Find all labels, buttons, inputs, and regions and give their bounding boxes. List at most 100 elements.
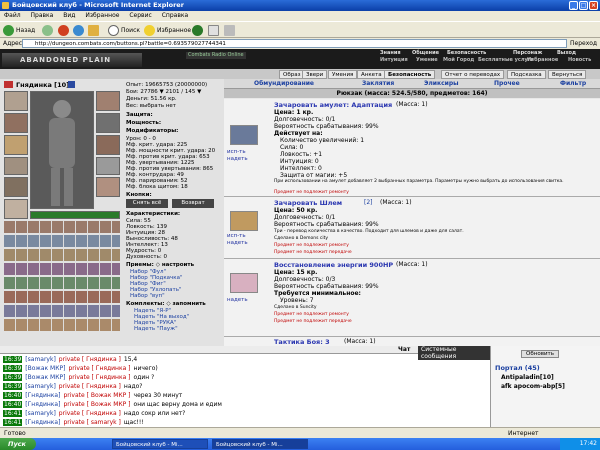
refresh-button[interactable] [73, 24, 86, 37]
nav-character[interactable]: Персонаж [513, 50, 542, 56]
menu-favorites[interactable]: Избранное [85, 12, 119, 19]
tab-chat[interactable]: Чат [398, 346, 410, 353]
boots-slot[interactable] [96, 177, 120, 197]
section-power[interactable]: Мощность: [126, 120, 161, 126]
address-input[interactable]: http://dungeon.combats.com/buttons.pl?ba… [22, 39, 567, 48]
chat-author[interactable]: [Вожак МКР] [25, 374, 65, 381]
kit-item[interactable]: Надеть "Пауж" [134, 326, 178, 332]
chat-author[interactable]: [samaryk] [25, 410, 56, 417]
refresh-button[interactable]: Обновить [521, 350, 559, 358]
tab-hint[interactable]: Подсказка [507, 70, 546, 79]
weapon-slot[interactable] [4, 135, 28, 155]
tab-other[interactable]: Прочее [494, 80, 520, 87]
inventory-row[interactable] [4, 305, 120, 317]
chat-author[interactable]: [Вожак МКР] [25, 365, 65, 372]
nav-chat[interactable]: Общение [412, 50, 439, 56]
minimize-button[interactable]: _ [569, 1, 578, 10]
inventory-row[interactable] [4, 235, 120, 247]
use-action[interactable]: исп-ть [227, 233, 246, 239]
mail-button[interactable] [208, 24, 221, 37]
ring-slot[interactable] [96, 157, 120, 175]
item-name[interactable]: Восстановление энергии 900HP [274, 261, 393, 269]
tab-filter[interactable]: Фильтр [560, 80, 586, 87]
inventory-row[interactable] [4, 291, 120, 303]
bracers-slot[interactable] [4, 199, 28, 219]
online-user[interactable]: afk apocom-abp[5] [501, 383, 565, 390]
inventory-row[interactable] [4, 249, 120, 261]
nav2-news[interactable]: Новость [568, 57, 591, 63]
amulet-slot[interactable] [4, 113, 28, 133]
back-button[interactable]: Назад [3, 24, 35, 37]
start-button[interactable]: Пуск [0, 438, 36, 450]
inventory-row[interactable] [4, 319, 120, 331]
shield-slot[interactable] [96, 135, 120, 155]
helmet-slot[interactable] [4, 91, 28, 111]
taskbar-item[interactable]: Бойцовский клуб - Mi... [212, 439, 308, 449]
go-button[interactable]: Переход [570, 39, 598, 48]
chat-author[interactable]: [samaryk] [25, 383, 56, 390]
section-modifiers[interactable]: Модификаторы: [126, 128, 178, 134]
radio-link[interactable]: Combats Radio Online [186, 52, 246, 59]
belt-slot[interactable] [4, 177, 28, 197]
inventory-row[interactable] [4, 221, 120, 233]
set-item[interactable]: Набор "вуп" [130, 293, 165, 299]
earrings-slot[interactable] [96, 91, 120, 111]
menu-file[interactable]: Файл [4, 12, 21, 19]
chat-author[interactable]: [samaryk] [25, 356, 56, 363]
tab-spells[interactable]: Заклятия [362, 80, 394, 87]
online-user[interactable]: Antipaladin[10] [501, 374, 554, 381]
nav2-favorites[interactable]: Избранное [527, 57, 558, 63]
forward-button[interactable] [42, 24, 55, 37]
chat-author[interactable]: [Гнядинка] [25, 401, 60, 408]
nav-knowledge[interactable]: Знания [380, 50, 401, 56]
stop-button[interactable] [58, 24, 71, 37]
inventory-row[interactable] [4, 277, 120, 289]
nav2-intuition[interactable]: Интуиция [380, 57, 408, 63]
section-defense[interactable]: Защита: [126, 112, 153, 118]
nav-exit[interactable]: Выход [557, 50, 576, 56]
item-name[interactable]: Тактика Боя: 3 [274, 338, 330, 346]
armor-slot[interactable] [4, 157, 28, 175]
menu-help[interactable]: Справка [162, 12, 188, 19]
nav-security[interactable]: Безопасность [447, 50, 486, 56]
item-name[interactable]: Зачаровать амулет: Адаптация [274, 101, 392, 109]
menu-tools[interactable]: Сервис [129, 12, 151, 19]
tab-equipment[interactable]: Обмундирование [254, 80, 314, 87]
search-button[interactable]: Поиск [108, 24, 140, 37]
gloves-slot[interactable] [96, 113, 120, 133]
tab-skills[interactable]: Умения [328, 70, 358, 79]
inventory-row[interactable] [4, 263, 120, 275]
history-button[interactable] [192, 24, 205, 37]
use-action[interactable]: исп-ть [227, 149, 246, 155]
nav2-free[interactable]: Бесплатные услуги [478, 57, 534, 63]
tab-pets[interactable]: Звери [302, 70, 328, 79]
wear-action[interactable]: надеть [227, 156, 248, 162]
wear-action[interactable]: надеть [227, 240, 248, 246]
tab-return[interactable]: Вернуться [548, 70, 587, 79]
tab-system-messages[interactable]: Системные сообщения [418, 346, 490, 360]
menu-edit[interactable]: Правка [31, 12, 54, 19]
print-button[interactable] [224, 24, 237, 37]
return-button[interactable]: Возврат [172, 199, 214, 208]
nav2-mycity[interactable]: Мой Город [443, 57, 474, 63]
taskbar-item[interactable]: Бойцовский клуб - Mi... [112, 439, 208, 449]
home-button[interactable] [88, 24, 101, 37]
tab-transfers[interactable]: Отчет о переводах [441, 70, 505, 79]
nav2-skill[interactable]: Умение [416, 57, 438, 63]
undress-button[interactable]: Снять всё [126, 199, 168, 208]
chat-author[interactable]: [Гнядинка] [25, 419, 60, 426]
wear-action[interactable]: надеть [227, 297, 248, 303]
maximize-button[interactable]: □ [579, 1, 588, 10]
tab-security[interactable]: Безопасность [384, 70, 436, 79]
close-button[interactable]: × [589, 1, 598, 10]
sets-title[interactable]: Приемы: ◇ настроить [126, 262, 194, 268]
menu-view[interactable]: Вид [63, 12, 75, 19]
info-icon[interactable] [68, 81, 75, 88]
tab-profile[interactable]: Анкета [357, 70, 386, 79]
tab-elixirs[interactable]: Эликсиры [424, 80, 459, 87]
item-name[interactable]: Зачаровать Шлем [274, 199, 342, 207]
chat-author[interactable]: [Гнядинка] [25, 392, 60, 399]
kits-title[interactable]: Комплекты: ◇ запомнить [126, 301, 206, 307]
tab-image[interactable]: Образ [279, 70, 305, 79]
favorites-button[interactable]: Избранное [144, 24, 191, 37]
